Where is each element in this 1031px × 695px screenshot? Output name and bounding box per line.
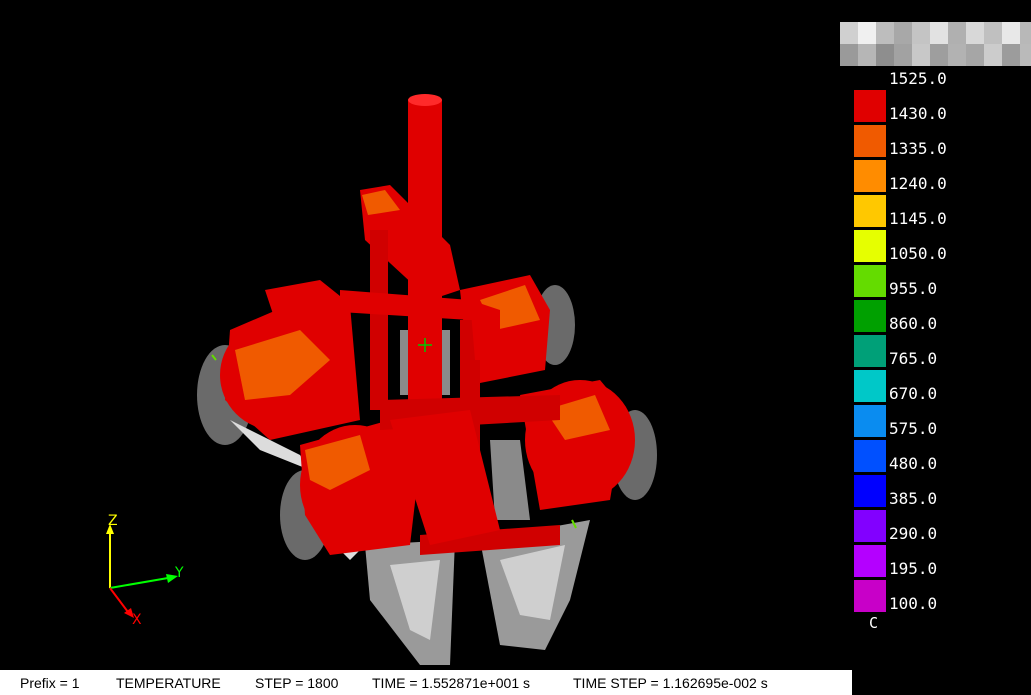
legend-swatch: [854, 195, 886, 227]
axis-label-z: Z: [108, 513, 118, 529]
status-time-step: TIME STEP = 1.162695e-002 s: [573, 675, 768, 691]
legend-swatch: [854, 370, 886, 402]
legend-swatch: [854, 230, 886, 262]
legend-swatch: [854, 405, 886, 437]
legend-swatch: [854, 510, 886, 542]
axis-label-y: Y: [174, 565, 184, 581]
legend-swatch: [854, 580, 886, 612]
legend-value: 1430.0: [889, 104, 947, 123]
status-field: TEMPERATURE: [116, 675, 221, 691]
legend-value: 290.0: [889, 524, 938, 543]
legend-value: 860.0: [889, 314, 938, 333]
legend-value: 385.0: [889, 489, 938, 508]
legend-value: 1050.0: [889, 244, 947, 263]
legend-swatch: [854, 265, 886, 297]
legend-value: 765.0: [889, 349, 938, 368]
status-time: TIME = 1.552871e+001 s: [372, 675, 530, 691]
legend-swatch: [854, 440, 886, 472]
simulation-viewport[interactable]: Z Y X: [0, 0, 850, 670]
legend-value: 955.0: [889, 279, 938, 298]
legend-swatch: [854, 90, 886, 122]
legend-value: 100.0: [889, 594, 938, 613]
legend-value: 1335.0: [889, 139, 947, 158]
legend-swatch: [854, 160, 886, 192]
axis-label-x: X: [132, 612, 142, 628]
legend-top-value: 1525.0: [889, 69, 947, 88]
status-bar: Prefix = 1 TEMPERATURE STEP = 1800 TIME …: [0, 670, 852, 695]
status-step: STEP = 1800: [255, 675, 339, 691]
legend-swatch: [854, 335, 886, 367]
legend-swatch: [854, 125, 886, 157]
legend-value: 480.0: [889, 454, 938, 473]
legend-value: 670.0: [889, 384, 938, 403]
casting-model-render: Z Y X: [106, 94, 657, 665]
legend-value: 575.0: [889, 419, 938, 438]
temperature-legend: 1525.0 1430.0 1335.0 1240.0 1145.0 1050.…: [840, 20, 1031, 640]
legend-unit: C: [869, 614, 879, 632]
legend-value: 1145.0: [889, 209, 947, 228]
status-prefix: Prefix = 1: [20, 675, 80, 691]
legend-value: 195.0: [889, 559, 938, 578]
axis-triad: Z Y X: [106, 513, 184, 628]
legend-value: 1240.0: [889, 174, 947, 193]
legend-swatch: [854, 300, 886, 332]
legend-swatch: [854, 475, 886, 507]
legend-swatch: [854, 545, 886, 577]
